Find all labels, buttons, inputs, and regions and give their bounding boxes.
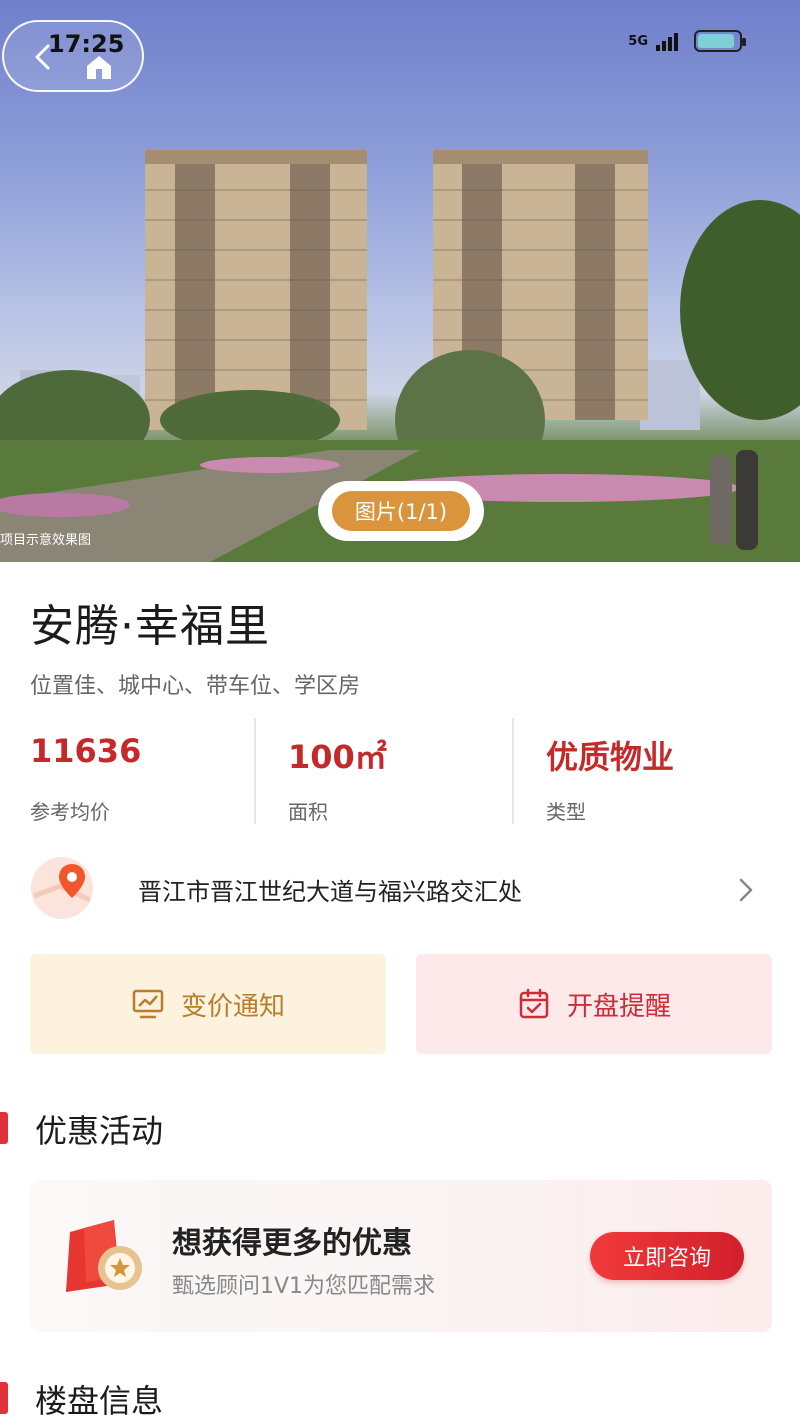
property-stats: 11636 参考均价 100㎡ 面积 优质物业 类型 [0,718,800,824]
chevron-right-icon [739,878,753,902]
photo-counter-label: 图片(1/1) [332,491,470,531]
network-label: 5G [628,33,648,49]
address-text: 晋江市晋江世纪大道与福兴路交汇处 [138,878,522,906]
stat-price: 11636 参考均价 [30,718,250,824]
property-name: 安腾·幸福里 [30,601,270,652]
stat-divider [512,718,514,824]
stat-divider [254,718,256,824]
address-row[interactable]: 晋江市晋江世纪大道与福兴路交汇处 [30,856,770,924]
section-building-info: 楼盘信息 [0,1376,163,1422]
chart-icon [132,989,164,1019]
consult-now-button[interactable]: 立即咨询 [590,1232,744,1280]
map-pin-icon [31,857,93,919]
stat-area-value: 100㎡ [288,738,387,776]
opening-reminder-label: 开盘提醒 [566,991,671,1022]
promo-title: 想获得更多的优惠 [172,1226,412,1261]
section-marker [0,1382,8,1414]
battery-icon [694,30,746,52]
signal-icon [656,33,678,51]
promo-card[interactable]: 想获得更多的优惠 甄选顾问1V1为您匹配需求 立即咨询 [30,1180,772,1332]
opening-reminder-button[interactable]: 开盘提醒 [416,954,772,1054]
calendar-icon [519,988,549,1019]
stat-area-label: 面积 [288,800,328,824]
photo-counter-badge[interactable]: 图片(1/1) [318,481,484,541]
stat-type-value: 优质物业 [546,738,675,776]
section-marker [0,1112,8,1144]
section-promotions-title: 优惠活动 [35,1112,164,1150]
stat-type: 优质物业 类型 [546,718,766,824]
promo-subtitle: 甄选顾问1V1为您匹配需求 [172,1274,436,1299]
property-tags: 位置佳、城中心、带车位、学区房 [30,674,361,699]
price-alert-label: 变价通知 [180,991,285,1022]
stat-area: 100㎡ 面积 [288,718,508,824]
coupon-icon [66,1220,142,1292]
status-indicators: 5G [628,30,746,52]
stat-price-label: 参考均价 [30,800,110,824]
section-promotions: 优惠活动 [0,1106,163,1152]
hero-image[interactable]: 17:25 5G 项目示意效果图 图片(1/1) [0,0,800,562]
section-building-info-title: 楼盘信息 [35,1382,164,1420]
price-alert-button[interactable]: 变价通知 [30,954,386,1054]
stat-type-label: 类型 [546,800,586,824]
photo-caption: 项目示意效果图 [0,533,92,548]
status-time: 17:25 [48,30,125,58]
stat-price-value: 11636 [30,732,142,770]
